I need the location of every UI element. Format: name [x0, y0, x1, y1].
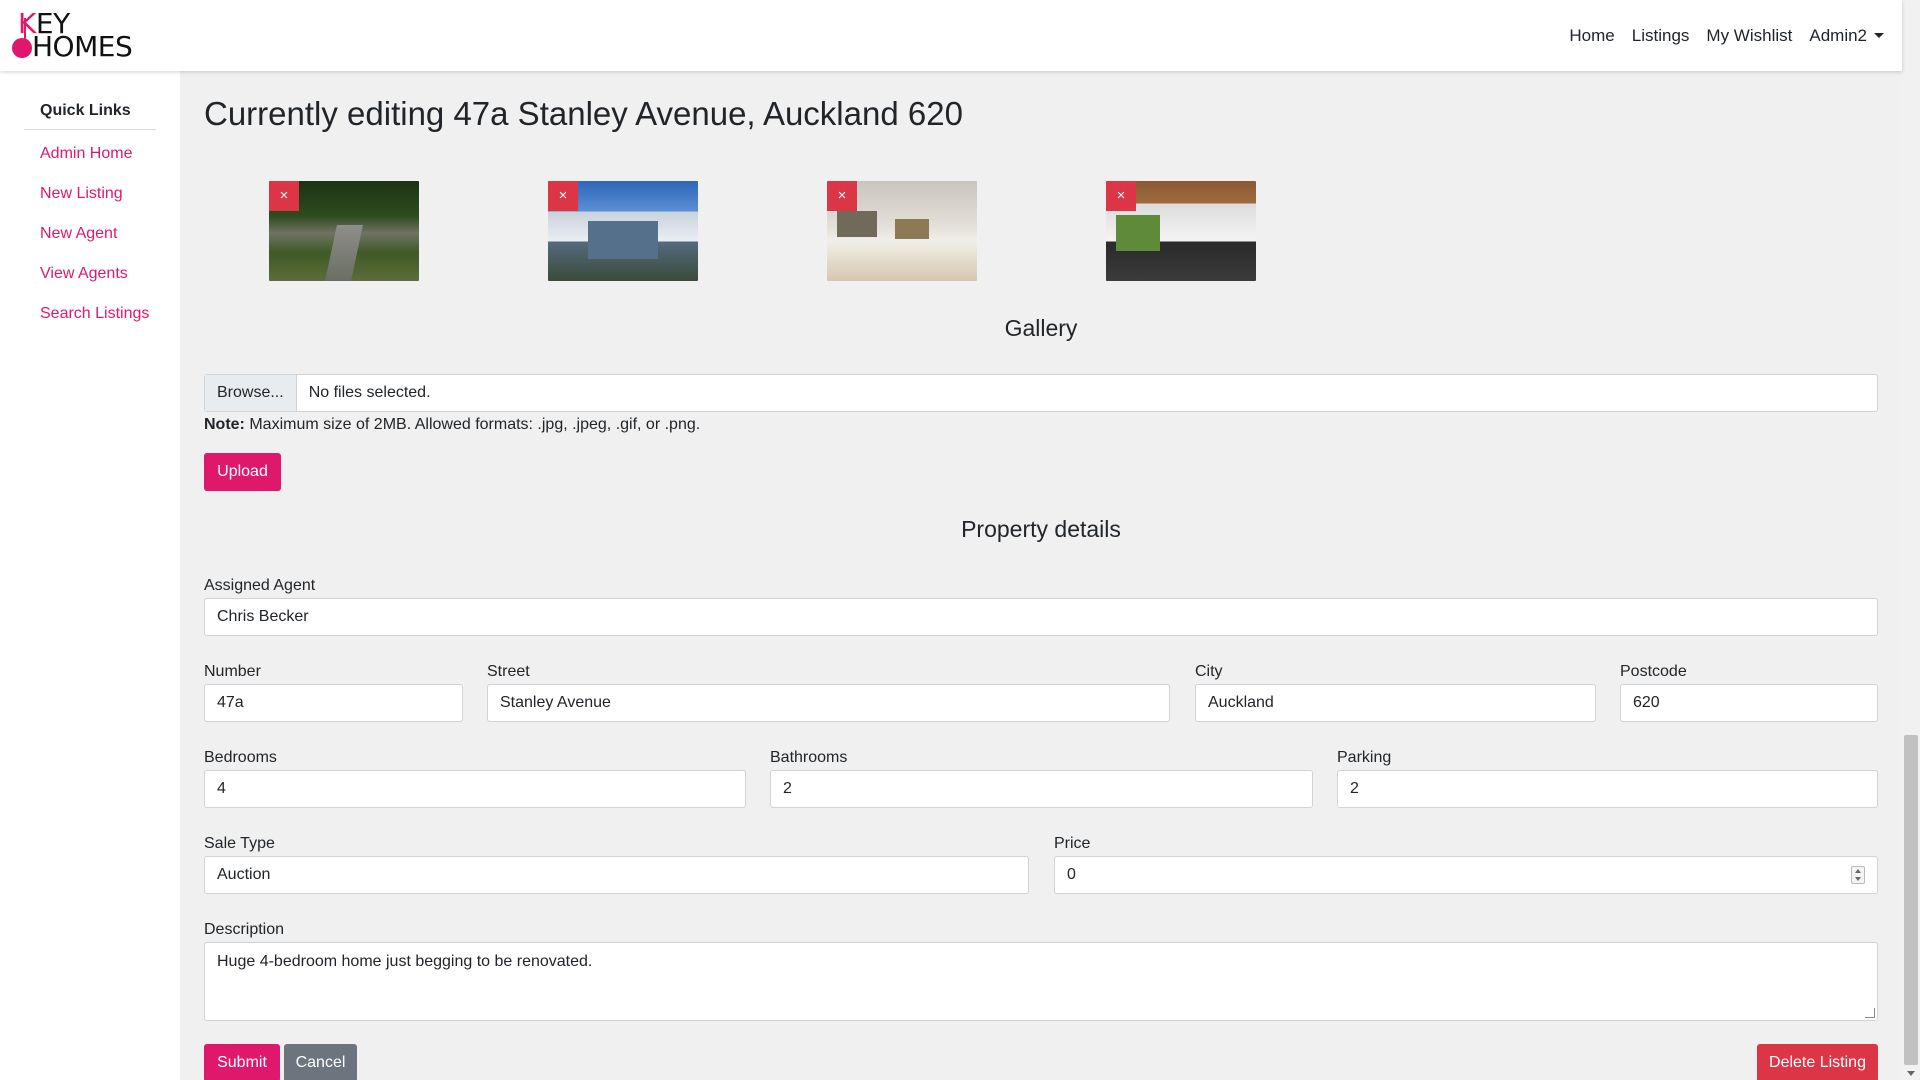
assigned-agent-label: Assigned Agent: [204, 577, 316, 594]
cancel-button[interactable]: Cancel: [284, 1044, 357, 1080]
page-title: Currently editing 47a Stanley Avenue, Au…: [204, 95, 963, 132]
property-details-heading: Property details: [961, 516, 1121, 542]
upload-button[interactable]: Upload: [204, 453, 281, 491]
nav-listings-link[interactable]: Listings: [1632, 26, 1690, 46]
main-content: Currently editing 47a Stanley Avenue, Au…: [204, 71, 1878, 1080]
parking-label: Parking: [1337, 749, 1392, 766]
submit-button[interactable]: Submit: [204, 1044, 280, 1080]
number-spinner-icon[interactable]: [1851, 866, 1865, 884]
number-value: 47a: [217, 694, 244, 711]
price-value: 0: [1067, 866, 1076, 883]
upload-note: Note: Maximum size of 2MB. Allowed forma…: [204, 416, 700, 434]
logo-key-dot: [12, 38, 32, 58]
sidebar: Quick Links Admin Home New Listing New A…: [0, 71, 180, 1080]
assigned-agent-field[interactable]: Chris Becker: [204, 598, 1878, 636]
price-label: Price: [1054, 835, 1091, 852]
sidebar-item-view-agents[interactable]: View Agents: [40, 262, 150, 286]
delete-listing-button[interactable]: Delete Listing: [1757, 1044, 1878, 1080]
sale-type-label: Sale Type: [204, 835, 275, 852]
navbar: KEY HOMES Home Listings My Wishlist Admi…: [0, 0, 1902, 71]
sidebar-item-new-listing[interactable]: New Listing: [40, 182, 150, 206]
nav-wishlist-link[interactable]: My Wishlist: [1706, 26, 1792, 46]
gallery-file-input[interactable]: Browse... No files selected.: [204, 374, 1878, 412]
user-name: Admin2: [1809, 26, 1867, 45]
sidebar-list: Admin Home New Listing New Agent View Ag…: [40, 142, 150, 342]
nav-home-link[interactable]: Home: [1569, 26, 1614, 46]
street-value: Stanley Avenue: [500, 694, 611, 711]
number-label: Number: [204, 663, 261, 680]
note-text: Maximum size of 2MB. Allowed formats: .j…: [244, 416, 701, 433]
sale-type-field[interactable]: Auction: [204, 856, 1029, 894]
remove-image-button[interactable]: ×: [827, 181, 857, 211]
scroll-down-arrow-icon[interactable]: [1907, 1071, 1915, 1076]
city-label: City: [1195, 663, 1223, 680]
postcode-value: 620: [1633, 694, 1660, 711]
user-menu-dropdown[interactable]: Admin2: [1809, 26, 1884, 46]
nav-links: Home Listings My Wishlist Admin2: [1569, 26, 1884, 46]
remove-image-button[interactable]: ×: [548, 181, 578, 211]
logo-line-2: HOMES: [32, 30, 133, 63]
postcode-label: Postcode: [1620, 663, 1687, 680]
number-field[interactable]: 47a: [204, 684, 463, 722]
key-homes-logo[interactable]: KEY HOMES: [12, 10, 142, 63]
bedrooms-value: 4: [217, 780, 226, 797]
city-field[interactable]: Auckland: [1195, 684, 1596, 722]
street-label: Street: [487, 663, 530, 680]
gallery-heading: Gallery: [1004, 315, 1078, 341]
sale-type-value: Auction: [217, 866, 271, 883]
bedrooms-field[interactable]: 4: [204, 770, 746, 808]
remove-image-button[interactable]: ×: [269, 181, 299, 211]
gallery-image-1: ×: [269, 181, 419, 281]
quick-links-heading: Quick Links: [40, 102, 131, 119]
city-value: Auckland: [1208, 694, 1274, 711]
file-status: No files selected.: [308, 384, 431, 401]
gallery-image-4: ×: [1106, 181, 1256, 281]
bathrooms-value: 2: [783, 780, 792, 797]
gallery-image-2: ×: [548, 181, 698, 281]
sidebar-item-search-listings[interactable]: Search Listings: [40, 302, 150, 326]
parking-field[interactable]: 2: [1337, 770, 1878, 808]
assigned-agent-value: Chris Becker: [217, 608, 309, 625]
description-label: Description: [204, 921, 285, 938]
bathrooms-label: Bathrooms: [770, 749, 848, 766]
note-label: Note:: [204, 416, 245, 433]
bedrooms-label: Bedrooms: [204, 749, 277, 766]
sidebar-divider: [24, 129, 156, 130]
description-value: Huge 4-bedroom home just begging to be r…: [217, 953, 593, 970]
description-textarea[interactable]: Huge 4-bedroom home just begging to be r…: [204, 942, 1878, 1021]
postcode-field[interactable]: 620: [1620, 684, 1878, 722]
caret-down-icon: [1874, 33, 1884, 38]
parking-value: 2: [1350, 780, 1359, 797]
street-field[interactable]: Stanley Avenue: [487, 684, 1170, 722]
remove-image-button[interactable]: ×: [1106, 181, 1136, 211]
price-field[interactable]: 0: [1054, 856, 1878, 894]
browse-button[interactable]: Browse...: [205, 375, 297, 411]
page-scrollbar[interactable]: [1902, 0, 1920, 1080]
bathrooms-field[interactable]: 2: [770, 770, 1313, 808]
sidebar-item-new-agent[interactable]: New Agent: [40, 222, 150, 246]
gallery-image-3: ×: [827, 181, 977, 281]
resize-handle-icon[interactable]: [1865, 1008, 1875, 1018]
sidebar-item-admin-home[interactable]: Admin Home: [40, 142, 150, 166]
scrollbar-thumb[interactable]: [1904, 735, 1918, 1065]
